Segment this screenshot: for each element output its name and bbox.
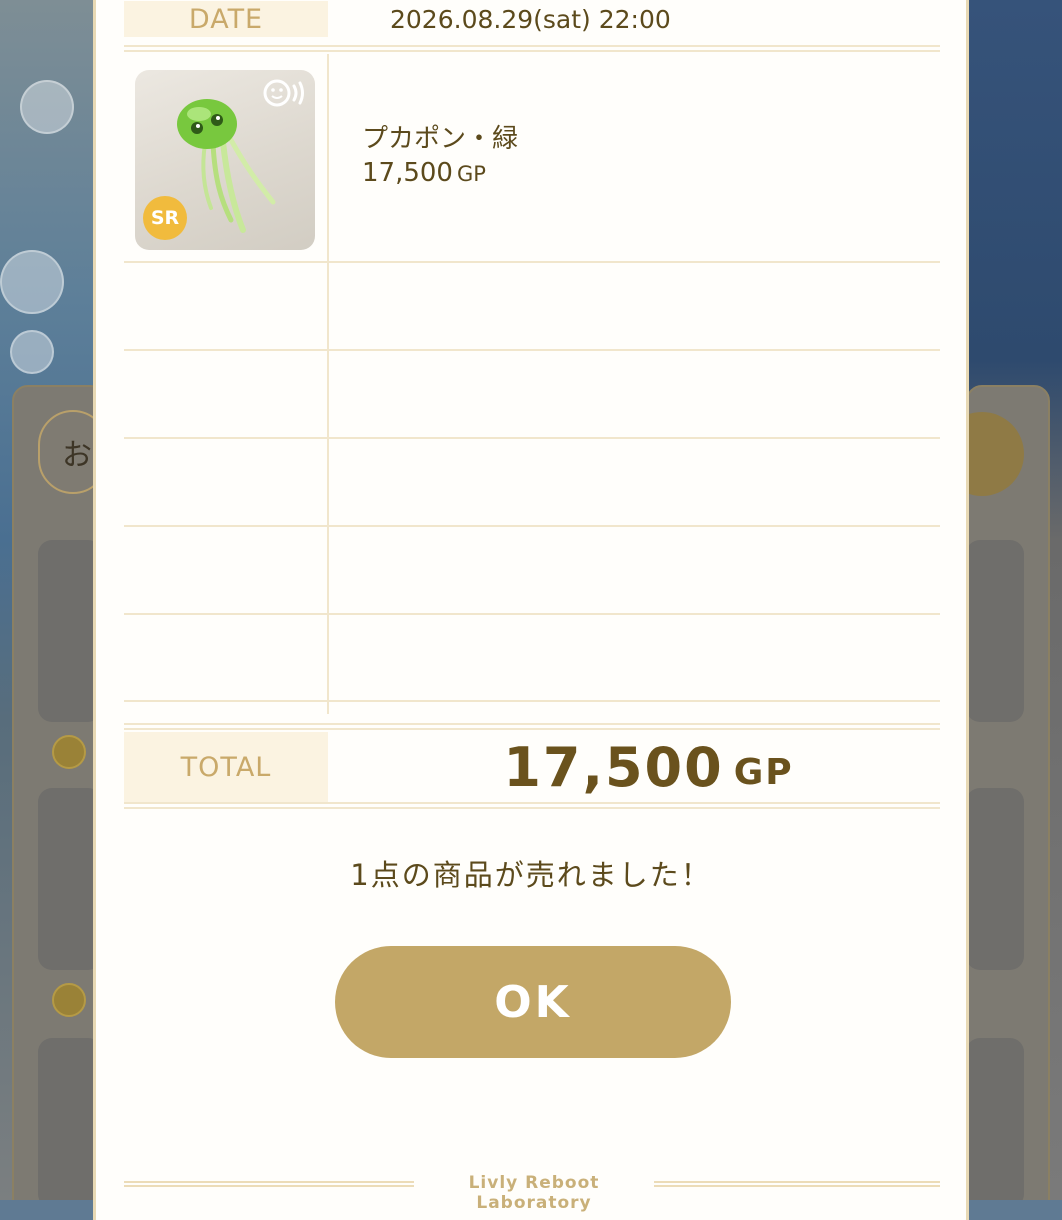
- bubble-decoration: [20, 80, 74, 134]
- footer-line-left: [124, 1181, 414, 1187]
- background-card: [966, 788, 1024, 970]
- item-thumbnail: SR: [135, 70, 315, 250]
- sale-complete-message: 1点の商品が売れました！: [350, 858, 712, 892]
- ok-button[interactable]: OK: [335, 946, 731, 1058]
- background-coin-icon: [52, 735, 86, 769]
- row-divider: [124, 261, 940, 263]
- total-value: 17,500 GP: [357, 732, 940, 802]
- total-row: TOTAL 17,500 GP: [124, 732, 940, 802]
- item-name: プカポン・緑: [362, 124, 519, 154]
- footer-brand: Livly Reboot Laboratory: [468, 1173, 600, 1213]
- background-search-text: お: [62, 438, 92, 473]
- rarity-badge: SR: [143, 196, 187, 240]
- footer-line-right: [654, 1181, 940, 1187]
- background-card: [966, 540, 1024, 722]
- item-price-unit: GP: [456, 162, 486, 186]
- date-row: DATE 2026.08.29(sat) 22:00: [124, 1, 940, 37]
- item-price: 17,500 GP: [362, 158, 486, 188]
- sale-receipt-modal: DATE 2026.08.29(sat) 22:00 SR プカポン・緑 17,…: [93, 0, 969, 1220]
- total-top-divider: [124, 723, 940, 730]
- background-card: [966, 1038, 1024, 1200]
- row-divider: [124, 437, 940, 439]
- total-amount: 17,500: [503, 735, 724, 799]
- sound-icon: [263, 79, 304, 107]
- item-price-value: 17,500: [362, 158, 453, 188]
- background-coin-icon: [52, 983, 86, 1017]
- row-divider: [124, 613, 940, 615]
- date-label: DATE: [124, 1, 328, 37]
- row-divider: [124, 525, 940, 527]
- bubble-decoration: [10, 330, 54, 374]
- total-unit: GP: [733, 751, 794, 793]
- row-divider: [124, 700, 940, 702]
- date-value: 2026.08.29(sat) 22:00: [390, 4, 671, 34]
- date-divider: [124, 45, 940, 52]
- bubble-decoration: [0, 250, 64, 314]
- total-bottom-divider: [124, 802, 940, 809]
- column-divider: [327, 54, 329, 714]
- total-label: TOTAL: [124, 732, 328, 802]
- row-divider: [124, 349, 940, 351]
